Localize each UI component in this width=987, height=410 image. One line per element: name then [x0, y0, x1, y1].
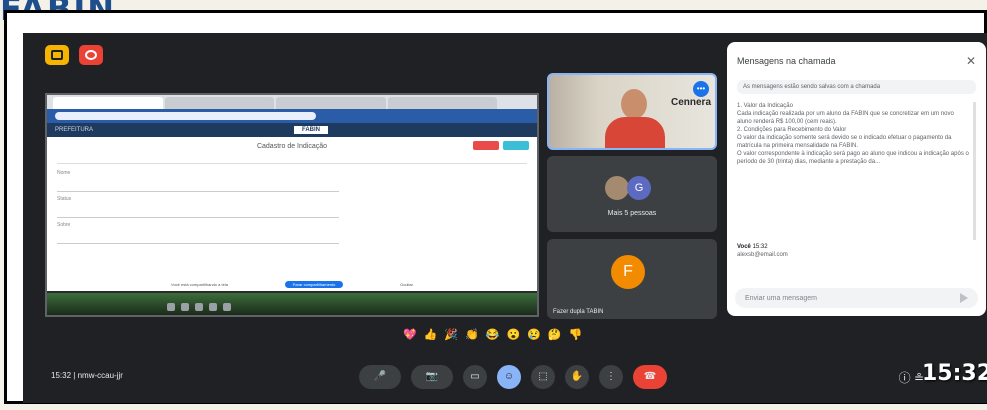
folder-button[interactable] [45, 45, 69, 65]
avatar [605, 176, 629, 200]
chat-message-body: 1. Valor da Indicação Cada indicação rea… [737, 102, 976, 240]
avatar: F [611, 255, 645, 289]
form-field[interactable] [57, 184, 339, 192]
more-participants-tile[interactable]: G Mais 5 pessoas [547, 156, 717, 232]
more-participants-label: Mais 5 pessoas [607, 210, 657, 217]
reaction-thumbs-up[interactable]: 👍 [424, 329, 438, 341]
self-label: Fazer dupla TABIN [553, 309, 604, 315]
participant-camera-tile[interactable]: Cennera ••• [547, 73, 717, 150]
call-controls: 🎤 📷 ▭ ☺ ⬚ ✋ ⋮ ☎ [359, 365, 667, 389]
send-icon[interactable] [960, 293, 968, 303]
close-icon[interactable]: ✕ [966, 54, 976, 68]
chat-message-input[interactable]: Enviar uma mensagem [735, 288, 978, 308]
stop-sharing-button[interactable]: Parar compartilhamento [284, 280, 344, 288]
present-button[interactable]: ⬚ [531, 365, 555, 389]
browser-address-bar [47, 109, 537, 123]
folder-icon [51, 50, 63, 60]
chat-input-placeholder: Enviar uma mensagem [745, 294, 817, 302]
chat-last-message: alexsb@email.com [737, 252, 788, 258]
address-input[interactable] [55, 112, 316, 120]
wall-sign: Cennera [670, 97, 711, 108]
talking-icon: ••• [693, 81, 709, 97]
emoji-button[interactable]: ☺ [497, 365, 521, 389]
reaction-sad[interactable]: 😢 [527, 329, 541, 341]
form-field[interactable] [57, 236, 339, 244]
record-icon [85, 50, 97, 60]
participant-body [605, 117, 665, 148]
form-tabs [57, 158, 527, 164]
browser-tab[interactable] [276, 97, 386, 109]
sender-name: Você [737, 244, 751, 250]
form-cancel-button[interactable] [473, 141, 499, 150]
form-title: Cadastro de Indicação [256, 143, 328, 150]
browser-tab[interactable] [164, 97, 274, 109]
camera-button[interactable]: 📷 [411, 365, 453, 389]
taskbar-icons [167, 303, 231, 311]
mic-button[interactable]: 🎤 [359, 365, 401, 389]
record-button[interactable] [79, 45, 103, 65]
meeting-clock: 15:32 [51, 371, 72, 380]
field-label: Sobre [57, 222, 71, 228]
hide-banner-button[interactable]: Ocultar [400, 282, 413, 287]
reaction-clap[interactable]: 👏 [465, 329, 479, 341]
indication-form: Cadastro de Indicação Nome Status Sobre [47, 137, 537, 291]
browser-tab[interactable] [387, 97, 497, 109]
self-tile[interactable]: F Fazer dupla TABIN [547, 239, 717, 319]
chat-notice: As mensagens estão sendo salvas com a ch… [737, 80, 976, 94]
reaction-heart[interactable]: 💖 [403, 329, 417, 341]
meeting-toolbar: 15:32 | nmw-ccau-jjr 🎤 📷 ▭ ☺ ⬚ ✋ ⋮ ☎ ⓘ ≗… [23, 351, 987, 403]
chat-title: Mensagens na chamada [737, 56, 836, 66]
reaction-surprised[interactable]: 😮 [507, 329, 521, 341]
participant-head [621, 89, 647, 119]
reaction-thumbs-down[interactable]: 👎 [569, 329, 583, 341]
hangup-button[interactable]: ☎ [633, 365, 667, 389]
shared-screen: PREFEITURA FABIN Cadastro de Indicação N… [45, 93, 539, 317]
reaction-party[interactable]: 🎉 [444, 329, 458, 341]
field-label: Nome [57, 170, 71, 176]
reaction-thinking[interactable]: 🤔 [548, 329, 562, 341]
share-notice: Você está compartilhando a tela [171, 281, 228, 287]
taskbar-app-icon[interactable] [195, 303, 203, 311]
sender-time: 15:32 [752, 244, 768, 250]
more-options-button[interactable]: ⋮ [599, 365, 623, 389]
captions-button[interactable]: ▭ [463, 365, 487, 389]
avatar: G [627, 176, 651, 200]
chat-panel: Mensagens na chamada ✕ As mensagens estã… [727, 42, 986, 316]
chat-header: Mensagens na chamada ✕ [737, 50, 976, 72]
share-banner: Você está compartilhando a tela Parar co… [167, 279, 417, 289]
windows-taskbar [47, 291, 537, 315]
system-clock: 15:32 [921, 361, 987, 386]
form-field[interactable] [57, 210, 339, 218]
taskbar-app-icon[interactable] [209, 303, 217, 311]
meeting-code: nmw-ccau-jjr [77, 371, 123, 380]
form-save-button[interactable] [503, 141, 529, 150]
reaction-bar: 💖 👍 🎉 👏 😂 😮 😢 🤔 👎 [403, 329, 582, 341]
browser-tab-strip [47, 95, 537, 109]
meeting-info: 15:32 | nmw-ccau-jjr [51, 371, 123, 380]
info-icons[interactable]: ⓘ ≗ [899, 369, 924, 386]
reaction-laugh[interactable]: 😂 [486, 329, 500, 341]
screenshot-frame: PREFEITURA FABIN Cadastro de Indicação N… [4, 10, 987, 404]
app-name: PREFEITURA [55, 127, 94, 133]
browser-tab[interactable] [53, 97, 163, 109]
taskbar-app-icon[interactable] [223, 303, 231, 311]
field-label: Status [57, 196, 72, 202]
chat-sender: Você 15:32 [737, 244, 976, 250]
app-header: PREFEITURA FABIN [47, 123, 537, 137]
raise-hand-button[interactable]: ✋ [565, 365, 589, 389]
app-logo: FABIN [294, 126, 328, 134]
taskbar-app-icon[interactable] [181, 303, 189, 311]
taskbar-app-icon[interactable] [167, 303, 175, 311]
meeting-window: PREFEITURA FABIN Cadastro de Indicação N… [23, 33, 987, 403]
